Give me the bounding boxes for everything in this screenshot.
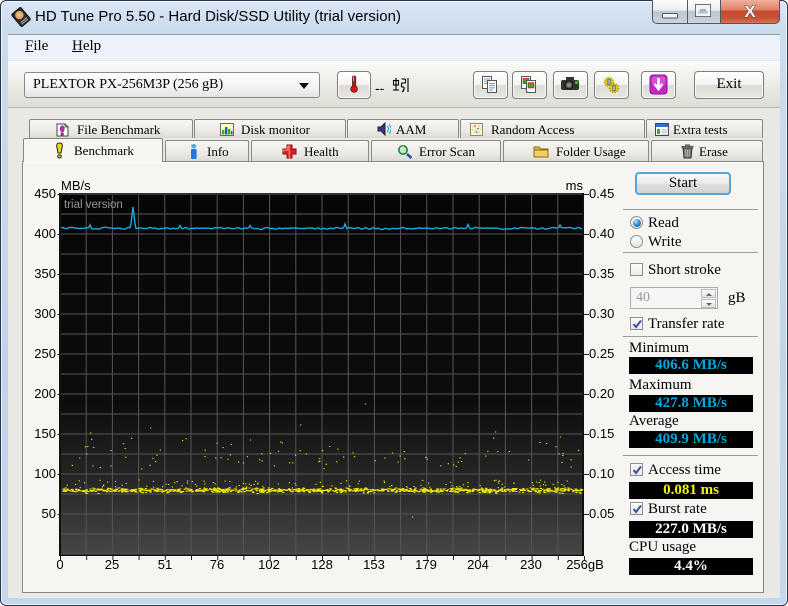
svg-text:230: 230 [520,557,542,572]
svg-text:0.05: 0.05 [589,506,614,521]
svg-text:0.20: 0.20 [589,386,614,401]
svg-text:150: 150 [34,426,56,441]
svg-text:MB/s: MB/s [61,178,91,193]
svg-text:204: 204 [467,557,489,572]
svg-text:200: 200 [34,386,56,401]
svg-text:0.30: 0.30 [589,306,614,321]
svg-text:0.35: 0.35 [589,266,614,281]
svg-text:50: 50 [42,506,56,521]
svg-text:250: 250 [34,346,56,361]
svg-text:0.40: 0.40 [589,226,614,241]
svg-text:100: 100 [34,466,56,481]
svg-text:0.15: 0.15 [589,426,614,441]
svg-text:ms: ms [566,178,584,193]
svg-text:76: 76 [210,557,224,572]
svg-text:300: 300 [34,306,56,321]
svg-text:trial version: trial version [64,199,123,211]
svg-text:179: 179 [415,557,437,572]
svg-text:153: 153 [363,557,385,572]
svg-text:102: 102 [258,557,280,572]
svg-text:450: 450 [34,186,56,201]
svg-text:0.10: 0.10 [589,466,614,481]
svg-text:0.25: 0.25 [589,346,614,361]
svg-text:0.45: 0.45 [589,186,614,201]
svg-text:25: 25 [105,557,119,572]
svg-text:400: 400 [34,226,56,241]
svg-text:350: 350 [34,266,56,281]
